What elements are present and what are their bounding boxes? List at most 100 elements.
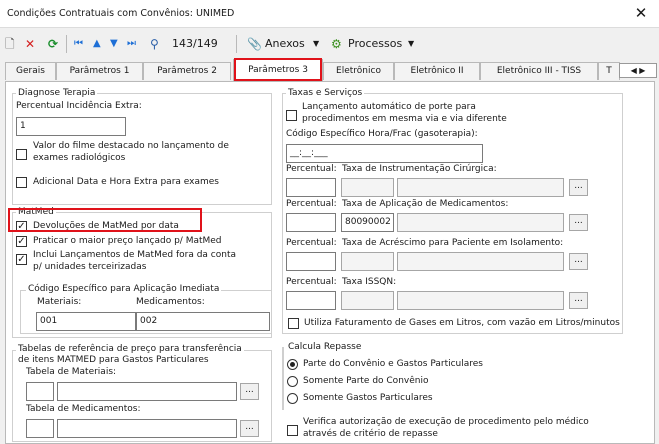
repasse-group bbox=[282, 347, 284, 410]
tab-parametros-1[interactable]: Parâmetros 1 bbox=[56, 62, 143, 80]
materiais-input[interactable]: 001 bbox=[36, 312, 136, 331]
tab-parametros-2[interactable]: Parâmetros 2 bbox=[143, 62, 231, 80]
percentual-incidencia-input[interactable]: 1 bbox=[16, 117, 126, 136]
lancamento-automatico-label: Lançamento automático de porte para bbox=[302, 102, 476, 112]
repasse-option-label: Somente Parte do Convênio bbox=[303, 376, 429, 386]
taxa-acrescimo-percent-input[interactable] bbox=[286, 252, 336, 271]
percentual-incidencia-label: Percentual Incidência Extra: bbox=[16, 101, 142, 111]
lancamento-automatico-checkbox[interactable] bbox=[286, 110, 297, 121]
tabela-materiais-lookup-button[interactable]: ... bbox=[240, 383, 259, 400]
find-icon[interactable]: ⚲ bbox=[150, 35, 159, 53]
toolbar: 🗋 ✕ ⟳ ⏮ ▲ ▼ ⏭ ⚲ 143/149 📎 Anexos ▼ ⚙ Pro… bbox=[0, 29, 659, 57]
taxa-acrescimo-desc-input[interactable] bbox=[397, 252, 564, 271]
tabela-materiais-desc-input[interactable] bbox=[57, 382, 237, 401]
next-record-icon[interactable]: ▼ bbox=[110, 35, 118, 53]
taxa-aplicacao-label: Taxa de Aplicação de Medicamentos: bbox=[342, 199, 509, 209]
toolbar-separator bbox=[236, 35, 237, 53]
taxa-aplicacao-desc-input[interactable] bbox=[397, 213, 564, 232]
repasse-radio-parte-gastos[interactable] bbox=[287, 359, 298, 370]
paperclip-icon: 📎 bbox=[247, 37, 262, 51]
medicamentos-input[interactable]: 002 bbox=[136, 312, 270, 331]
taxa-acrescimo-lookup-button[interactable]: ... bbox=[569, 253, 588, 270]
last-record-icon[interactable]: ⏭ bbox=[127, 35, 136, 53]
taxa-aplicacao-code-input[interactable]: 80090002 bbox=[341, 213, 394, 232]
taxa-issqn-code-input[interactable] bbox=[341, 291, 394, 310]
adicional-data-hora-label: Adicional Data e Hora Extra para exames bbox=[33, 177, 219, 187]
taxa-issqn-percent-input[interactable] bbox=[286, 291, 336, 310]
taxa-aplicacao-lookup-button[interactable]: ... bbox=[569, 214, 588, 231]
title-bar: Condições Contratuais com Convênios: UNI… bbox=[0, 0, 659, 28]
processos-button[interactable]: Processos bbox=[348, 35, 402, 53]
utiliza-faturamento-label: Utiliza Faturamento de Gases em Litros, … bbox=[304, 318, 620, 328]
adicional-data-hora-checkbox[interactable] bbox=[16, 177, 27, 188]
codigo-especifico-title: Código Específico para Aplicação Imediat… bbox=[26, 284, 222, 295]
taxa-acrescimo-code-input[interactable] bbox=[341, 252, 394, 271]
tab-panel: Diagnose Terapia Percentual Incidência E… bbox=[5, 81, 655, 444]
tab-scroll-arrows[interactable]: ◀ ▶ bbox=[619, 63, 657, 78]
tabela-medicamentos-lookup-button[interactable]: ... bbox=[240, 420, 259, 437]
taxas-group-title: Taxas e Serviços bbox=[286, 88, 365, 99]
medicamentos-label: Medicamentos: bbox=[136, 297, 205, 307]
highlight-box-devolucoes bbox=[8, 208, 202, 232]
valor-filme-label: Valor do filme destacado no lançamento d… bbox=[33, 141, 229, 151]
materiais-label: Materiais: bbox=[37, 297, 82, 307]
processos-icon: ⚙ bbox=[331, 37, 342, 51]
codigo-hora-frac-label: Código Específico Hora/Frac (gasoterapia… bbox=[286, 129, 478, 139]
previous-record-icon[interactable]: ▲ bbox=[93, 35, 101, 53]
chevron-down-icon[interactable]: ▼ bbox=[313, 35, 319, 53]
tab-truncated[interactable]: T bbox=[598, 62, 620, 80]
codigo-hora-frac-input[interactable]: __:__:___ bbox=[286, 144, 483, 163]
tab-gerais[interactable]: Gerais bbox=[5, 62, 56, 80]
valor-filme-checkbox[interactable] bbox=[16, 149, 27, 160]
taxa-instrumentacao-lookup-button[interactable]: ... bbox=[569, 179, 588, 196]
incluir-lancamentos-label-2: p/ unidades terceirizadas bbox=[33, 262, 147, 272]
percentual-label: Percentual: bbox=[286, 164, 337, 174]
lancamento-automatico-label-2: procedimentos em mesma via e via diferen… bbox=[302, 114, 507, 124]
tabela-medicamentos-code-input[interactable] bbox=[26, 419, 54, 438]
repasse-group-title: Calcula Repasse bbox=[286, 342, 364, 353]
refresh-icon[interactable]: ⟳ bbox=[48, 35, 58, 53]
tab-eletronico[interactable]: Eletrônico bbox=[323, 62, 394, 80]
taxa-issqn-label: Taxa ISSQN: bbox=[342, 277, 397, 287]
verifica-autorizacao-checkbox[interactable] bbox=[287, 425, 298, 436]
new-record-icon[interactable]: 🗋 bbox=[5, 35, 15, 53]
utiliza-faturamento-checkbox[interactable] bbox=[288, 318, 299, 329]
tabelas-title-2: de itens MATMED para Gastos Particulares bbox=[16, 355, 211, 366]
taxa-issqn-desc-input[interactable] bbox=[397, 291, 564, 310]
chevron-down-icon[interactable]: ▼ bbox=[408, 35, 414, 53]
first-record-icon[interactable]: ⏮ bbox=[74, 35, 83, 53]
percentual-label: Percentual: bbox=[286, 199, 337, 209]
window-title: Condições Contratuais com Convênios: UNI… bbox=[7, 8, 235, 19]
diagnose-group-title: Diagnose Terapia bbox=[16, 88, 98, 99]
incluir-lancamentos-checkbox[interactable]: ✓ bbox=[16, 254, 27, 265]
taxa-instrumentacao-code-input[interactable] bbox=[341, 178, 394, 197]
delete-icon[interactable]: ✕ bbox=[25, 35, 35, 53]
percentual-label: Percentual: bbox=[286, 238, 337, 248]
tabela-medicamentos-label: Tabela de Medicamentos: bbox=[26, 404, 141, 414]
window: Condições Contratuais com Convênios: UNI… bbox=[0, 0, 659, 444]
taxa-aplicacao-percent-input[interactable] bbox=[286, 213, 336, 232]
verifica-autorizacao-label: Verifica autorização de execução de proc… bbox=[303, 417, 589, 427]
repasse-option-label: Parte do Convênio e Gastos Particulares bbox=[303, 359, 483, 369]
taxa-instrumentacao-percent-input[interactable] bbox=[286, 178, 336, 197]
repasse-option-label: Somente Gastos Particulares bbox=[303, 393, 433, 403]
anexos-button[interactable]: Anexos bbox=[265, 35, 305, 53]
incluir-lancamentos-label: Inclui Lançamentos de MatMed fora da con… bbox=[33, 250, 237, 260]
repasse-radio-parte-convenio[interactable] bbox=[287, 376, 298, 387]
taxa-instrumentacao-label: Taxa de Instrumentação Cirúrgica: bbox=[342, 164, 497, 174]
praticar-preco-checkbox[interactable]: ✓ bbox=[16, 236, 27, 247]
taxa-issqn-lookup-button[interactable]: ... bbox=[569, 292, 588, 309]
tab-eletronico-iii-tiss[interactable]: Eletrônico III - TISS bbox=[480, 62, 598, 80]
taxa-instrumentacao-desc-input[interactable] bbox=[397, 178, 564, 197]
tabelas-title: Tabelas de referência de preço para tran… bbox=[16, 344, 244, 355]
valor-filme-label-2: exames radiológicos bbox=[33, 153, 126, 163]
verifica-autorizacao-label-2: através de critério de repasse bbox=[303, 429, 438, 439]
percentual-label: Percentual: bbox=[286, 277, 337, 287]
repasse-radio-gastos-particulares[interactable] bbox=[287, 393, 298, 404]
close-icon[interactable]: ✕ bbox=[630, 3, 652, 23]
tab-strip: Gerais Parâmetros 1 Parâmetros 2 Parâmet… bbox=[0, 58, 659, 82]
tab-eletronico-ii[interactable]: Eletrônico II bbox=[394, 62, 480, 80]
praticar-preco-label: Praticar o maior preço lançado p/ MatMed bbox=[33, 236, 222, 246]
tabela-materiais-code-input[interactable] bbox=[26, 382, 54, 401]
tabela-medicamentos-desc-input[interactable] bbox=[57, 419, 237, 438]
